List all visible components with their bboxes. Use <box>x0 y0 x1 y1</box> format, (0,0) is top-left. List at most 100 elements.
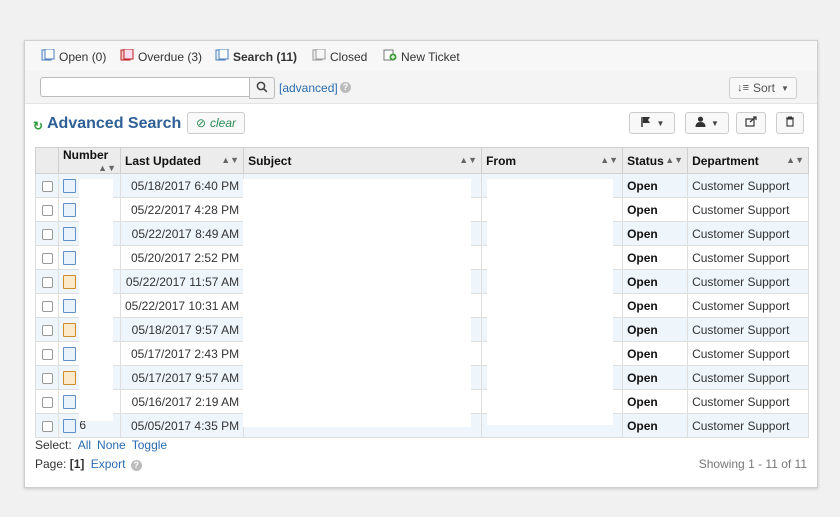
status-cell: Open <box>622 389 689 414</box>
tab-label: Closed <box>330 49 368 64</box>
row-select-cell <box>35 221 59 246</box>
redacted-area <box>243 179 471 427</box>
column-header-status[interactable]: Status ▲▼ <box>622 147 689 174</box>
department-cell: Customer Support <box>687 173 809 198</box>
share-icon <box>745 116 757 130</box>
current-page: [1] <box>69 457 85 471</box>
advanced-search-link[interactable]: [advanced] <box>279 81 338 95</box>
last-updated-cell: 05/22/2017 10:31 AM <box>119 293 245 318</box>
sort-arrows-icon: ▲▼ <box>221 154 240 165</box>
title-row: ↻ Advanced Search ⊘ clear ▼ ▼ <box>25 111 817 137</box>
row-select-cell <box>35 293 59 318</box>
department-cell: Customer Support <box>687 221 809 246</box>
tab-overdue[interactable]: Overdue (3) <box>120 48 203 64</box>
row-checkbox[interactable] <box>41 348 53 360</box>
status-cell: Open <box>622 221 689 246</box>
select-all-link[interactable]: All <box>78 438 91 452</box>
sort-label: Sort <box>752 81 775 95</box>
last-updated-cell: 05/22/2017 8:49 AM <box>119 221 245 246</box>
help-icon[interactable]: ? <box>340 82 351 93</box>
ticket-icon <box>63 226 76 241</box>
status-cell: Open <box>622 341 689 366</box>
last-updated-cell: 05/17/2017 9:57 AM <box>119 365 245 390</box>
caret-down-icon: ▼ <box>711 118 719 128</box>
tab-label: New Ticket <box>401 49 460 64</box>
row-checkbox[interactable] <box>41 300 53 312</box>
last-updated-cell: 05/16/2017 2:19 AM <box>119 389 245 414</box>
status-cell: Open <box>622 197 689 222</box>
column-header-number[interactable]: Number ▲▼ <box>58 147 121 174</box>
search-bar: [advanced] ? ↓≡ Sort ▼ <box>25 71 817 104</box>
select-column-header <box>35 147 59 174</box>
column-label: Subject <box>248 153 292 168</box>
last-updated-cell: 05/22/2017 11:57 AM <box>119 269 245 294</box>
share-button[interactable] <box>736 112 766 134</box>
caret-down-icon: ▼ <box>781 83 789 93</box>
ticket-icon <box>63 418 76 433</box>
tab-new-ticket[interactable]: New Ticket <box>383 49 460 64</box>
last-updated-cell: 05/05/2017 4:35 PM <box>119 413 245 438</box>
tab-closed[interactable]: Closed <box>312 48 368 64</box>
row-checkbox[interactable] <box>41 228 53 240</box>
ticket-icon <box>63 250 76 265</box>
row-checkbox[interactable] <box>41 324 53 336</box>
ticket-icon <box>63 346 76 361</box>
department-cell: Customer Support <box>687 365 809 390</box>
trash-icon <box>785 116 795 130</box>
ticket-tabs: Open (0) Overdue (3) Search (11) Closed … <box>25 41 817 72</box>
clear-button[interactable]: ⊘ clear <box>187 112 245 134</box>
row-checkbox[interactable] <box>41 204 53 216</box>
result-count: Showing 1 - 11 of 11 <box>698 457 807 471</box>
table-header-row: Number ▲▼ Last Updated ▲▼ Subject ▲▼ From ▲▼… <box>35 147 809 174</box>
row-checkbox[interactable] <box>41 252 53 264</box>
assign-button[interactable]: ▼ <box>685 112 729 134</box>
column-header-department[interactable]: Department ▲▼ <box>687 147 809 174</box>
clear-icon: ⊘ <box>195 116 207 130</box>
search-tickets-icon <box>215 48 229 64</box>
last-updated-cell: 05/18/2017 6:40 PM <box>119 173 245 198</box>
refresh-icon[interactable]: ↻ <box>33 119 43 133</box>
department-cell: Customer Support <box>687 341 809 366</box>
status-cell: Open <box>622 317 689 342</box>
row-select-cell <box>35 365 59 390</box>
row-checkbox[interactable] <box>41 420 53 432</box>
row-select-cell <box>35 413 59 438</box>
department-cell: Customer Support <box>687 317 809 342</box>
new-ticket-icon <box>383 49 397 64</box>
department-cell: Customer Support <box>687 269 809 294</box>
overdue-icon <box>120 48 134 64</box>
flag-button[interactable]: ▼ <box>629 112 675 134</box>
column-header-last-updated[interactable]: Last Updated ▲▼ <box>119 147 245 174</box>
ticket-icon <box>63 274 76 289</box>
row-checkbox[interactable] <box>41 276 53 288</box>
last-updated-cell: 05/20/2017 2:52 PM <box>119 245 245 270</box>
user-icon <box>695 116 706 130</box>
select-none-link[interactable]: None <box>97 438 126 452</box>
search-button[interactable] <box>249 77 275 99</box>
row-select-cell <box>35 269 59 294</box>
column-header-from[interactable]: From ▲▼ <box>481 147 624 174</box>
department-cell: Customer Support <box>687 245 809 270</box>
closed-tickets-icon <box>312 48 326 64</box>
column-header-subject[interactable]: Subject ▲▼ <box>243 147 483 174</box>
tab-open[interactable]: Open (0) <box>41 48 106 64</box>
sort-arrows-icon: ▲▼ <box>665 154 684 165</box>
tab-label: Overdue (3) <box>138 49 203 64</box>
tab-search[interactable]: Search (11) <box>215 48 297 64</box>
department-cell: Customer Support <box>687 293 809 318</box>
row-checkbox[interactable] <box>41 180 53 192</box>
search-input[interactable] <box>40 77 262 97</box>
sort-arrows-icon: ▲▼ <box>786 154 804 165</box>
row-checkbox[interactable] <box>41 396 53 408</box>
sort-icon: ↓≡ <box>737 82 749 94</box>
sort-button[interactable]: ↓≡ Sort ▼ <box>729 77 797 99</box>
page-title: Advanced Search <box>47 115 182 132</box>
delete-button[interactable] <box>776 112 804 134</box>
status-cell: Open <box>622 173 689 198</box>
flag-icon <box>640 116 652 130</box>
row-select-cell <box>35 197 59 222</box>
row-checkbox[interactable] <box>41 372 53 384</box>
help-icon[interactable]: ? <box>130 460 142 471</box>
select-toggle-link[interactable]: Toggle <box>132 438 167 452</box>
export-link[interactable]: Export <box>91 457 126 471</box>
